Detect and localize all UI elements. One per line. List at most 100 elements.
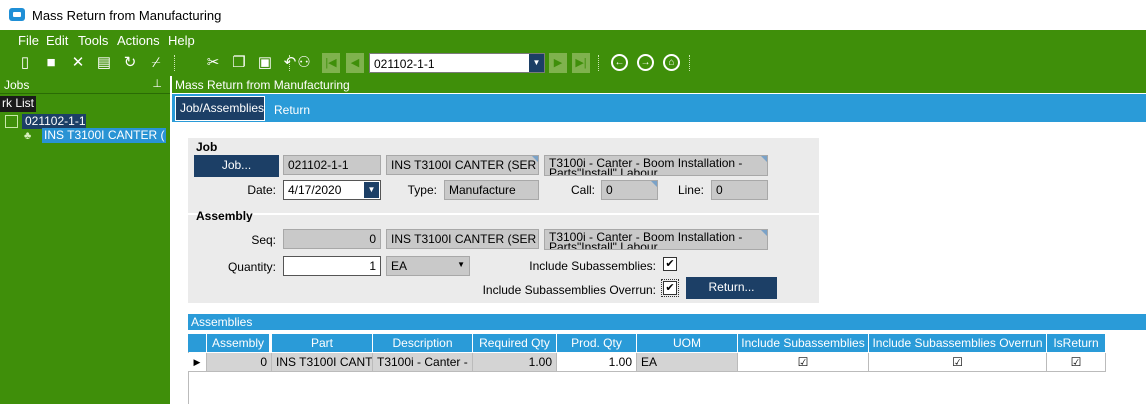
toolbar-separator bbox=[289, 55, 291, 71]
field-corner-marker bbox=[761, 156, 767, 162]
line-label: Line: bbox=[677, 183, 704, 197]
title-bar: Mass Return from Manufacturing bbox=[0, 0, 1146, 30]
col-required-qty[interactable]: Required Qty bbox=[473, 334, 557, 352]
toolbar-separator bbox=[598, 55, 600, 71]
calendar-dropdown-icon[interactable]: ▼ bbox=[364, 182, 379, 198]
pin-icon[interactable]: ⊥ bbox=[152, 77, 162, 90]
menu-file[interactable]: File bbox=[18, 33, 39, 48]
call-label: Call: bbox=[570, 183, 595, 197]
quantity-input[interactable]: 1 bbox=[283, 256, 381, 276]
app-icon bbox=[9, 8, 25, 21]
menu-actions[interactable]: Actions bbox=[117, 33, 160, 48]
left-pane-title: Jobs bbox=[4, 78, 30, 92]
col-include-subassemblies-overrun[interactable]: Include Subassemblies Overrun bbox=[869, 334, 1047, 352]
menu-bar: File Edit Tools Actions Help bbox=[0, 30, 1146, 50]
include-subassemblies-overrun-checkbox[interactable]: ✔ bbox=[661, 279, 679, 297]
tab-return[interactable]: Return bbox=[274, 103, 310, 117]
delete-icon[interactable]: ✕ bbox=[68, 53, 88, 73]
toolbar-separator bbox=[689, 55, 691, 71]
job-selector-value: 021102-1-1 bbox=[374, 57, 435, 71]
col-assembly[interactable]: Assembly bbox=[207, 334, 270, 352]
menu-edit[interactable]: Edit bbox=[46, 33, 68, 48]
include-subassemblies-label: Include Subassemblies: bbox=[529, 259, 656, 273]
assembly-description-field: T3100i - Canter - Boom Installation - Pa… bbox=[544, 229, 768, 250]
chevron-down-icon: ▼ bbox=[457, 260, 465, 269]
cut-icon[interactable]: ✂ bbox=[203, 53, 223, 73]
cell-assembly[interactable]: 0 bbox=[207, 353, 272, 372]
right-pane-header: Mass Return from Manufacturing bbox=[172, 76, 1146, 93]
row-selector-icon[interactable]: ▶ bbox=[188, 353, 207, 372]
first-icon[interactable]: |◀ bbox=[322, 53, 340, 73]
return-button[interactable]: Return... bbox=[686, 277, 777, 299]
cell-required-qty[interactable]: 1.00 bbox=[473, 353, 557, 372]
new-icon[interactable]: ▯ bbox=[15, 53, 35, 73]
work-list-tab[interactable]: rk List bbox=[0, 96, 36, 112]
cell-prod-qty[interactable]: 1.00 bbox=[557, 353, 637, 372]
col-include-subassemblies[interactable]: Include Subassemblies bbox=[738, 334, 869, 352]
home-icon[interactable]: ⌂ bbox=[663, 54, 680, 71]
include-subassemblies-checkbox[interactable]: ✔ bbox=[663, 257, 677, 271]
tab-bar bbox=[172, 94, 1146, 122]
date-field[interactable]: 4/17/2020 ▼ bbox=[283, 180, 381, 200]
date-label: Date: bbox=[247, 183, 276, 197]
forward-icon[interactable]: → bbox=[637, 54, 654, 71]
right-pane-title: Mass Return from Manufacturing bbox=[175, 78, 350, 92]
col-uom[interactable]: UOM bbox=[637, 334, 738, 352]
job-selector[interactable]: 021102-1-1 ▼ bbox=[369, 53, 545, 73]
field-corner-marker bbox=[532, 156, 538, 162]
type-label: Type: bbox=[407, 183, 437, 197]
seq-label: Seq: bbox=[251, 233, 276, 247]
row-header-column bbox=[188, 334, 207, 352]
cell-include-subassemblies-overrun-checkbox[interactable]: ☑ bbox=[869, 353, 1047, 372]
col-isreturn[interactable]: IsReturn bbox=[1047, 334, 1106, 352]
line-field: 0 bbox=[711, 180, 768, 200]
col-part[interactable]: Part bbox=[272, 334, 373, 352]
col-description[interactable]: Description bbox=[373, 334, 473, 352]
cell-part[interactable]: INS T3100I CANT bbox=[272, 353, 373, 372]
next-icon[interactable]: ▶ bbox=[549, 53, 567, 73]
call-field: 0 bbox=[601, 180, 658, 200]
field-corner-marker bbox=[651, 181, 657, 187]
tree-node-assembly[interactable]: INS T3100I CANTER ( bbox=[42, 128, 166, 143]
job-part-field: INS T3100I CANTER (SER bbox=[386, 155, 539, 175]
tab-job-assemblies[interactable]: Job/Assemblies bbox=[175, 96, 265, 121]
assembly-part-field: INS T3100I CANTER (SER bbox=[386, 229, 539, 249]
save-icon[interactable]: ■ bbox=[41, 53, 61, 73]
assembly-section-label: Assembly bbox=[196, 211, 253, 222]
prev-icon[interactable]: ◀ bbox=[346, 53, 364, 73]
field-corner-marker bbox=[761, 230, 767, 236]
toolbar: ▯ ■ ✕ ▤ ↻ ⌿ ✂ ❐ ▣ ↶ ⚇ |◀ ◀ ▶ ▶| ← → ⌂ bbox=[0, 50, 1146, 76]
seq-field: 0 bbox=[283, 229, 381, 249]
tree-node-job[interactable]: 021102-1-1 bbox=[22, 114, 86, 129]
chevron-down-icon[interactable]: ▼ bbox=[529, 54, 544, 72]
back-icon[interactable]: ← bbox=[611, 54, 628, 71]
col-prod-qty[interactable]: Prod. Qty bbox=[557, 334, 637, 352]
clear-icon[interactable]: ⌿ bbox=[146, 53, 166, 73]
cell-include-subassemblies-checkbox[interactable]: ☑ bbox=[738, 353, 869, 372]
job-section-label: Job bbox=[196, 140, 218, 154]
paste-icon[interactable]: ▣ bbox=[255, 53, 275, 73]
job-number-field: 021102-1-1 bbox=[283, 155, 381, 175]
include-subassemblies-overrun-label: Include Subassemblies Overrun: bbox=[482, 283, 656, 297]
copy-icon[interactable]: ❐ bbox=[229, 53, 249, 73]
job-node-icon bbox=[5, 115, 18, 128]
menu-tools[interactable]: Tools bbox=[78, 33, 108, 48]
attach-icon[interactable]: ▤ bbox=[94, 53, 114, 73]
type-field: Manufacture bbox=[444, 180, 539, 200]
assemblies-grid-header: Assemblies bbox=[188, 314, 1146, 330]
quantity-label: Quantity: bbox=[227, 260, 276, 274]
window-title: Mass Return from Manufacturing bbox=[32, 8, 222, 23]
binoculars-icon[interactable]: ⚇ bbox=[294, 53, 314, 73]
job-button[interactable]: Job... bbox=[194, 155, 279, 177]
uom-select[interactable]: EA ▼ bbox=[386, 256, 470, 276]
left-pane-header: Jobs ⊥ bbox=[0, 76, 170, 94]
cell-isreturn-checkbox[interactable]: ☑ bbox=[1047, 353, 1106, 372]
cell-uom[interactable]: EA bbox=[637, 353, 738, 372]
refresh-icon[interactable]: ↻ bbox=[120, 53, 140, 73]
last-icon[interactable]: ▶| bbox=[572, 53, 590, 73]
toolbar-separator bbox=[174, 55, 176, 71]
cell-description[interactable]: T3100i - Canter - bbox=[373, 353, 473, 372]
assemblies-grid-title: Assemblies bbox=[191, 315, 253, 329]
menu-help[interactable]: Help bbox=[168, 33, 195, 48]
job-description-field: T3100i - Canter - Boom Installation - Pa… bbox=[544, 155, 768, 176]
